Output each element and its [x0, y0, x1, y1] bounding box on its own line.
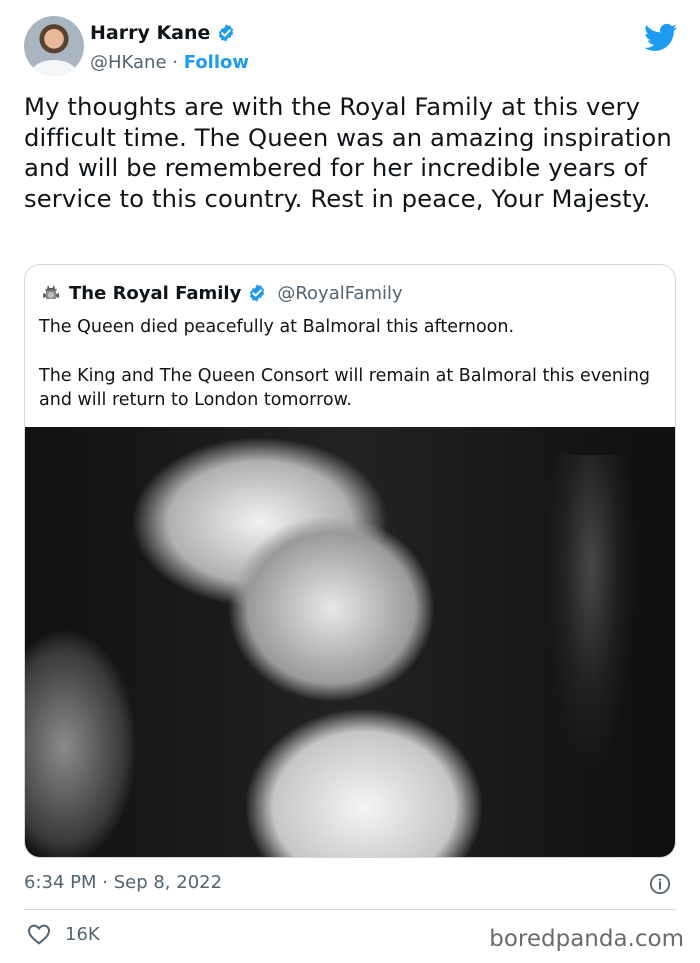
like-count: 16K: [65, 923, 100, 945]
quoted-author-name[interactable]: The Royal Family: [69, 283, 241, 304]
quoted-tweet-header: The Royal Family @RoyalFamily: [39, 281, 403, 305]
queen-portrait-photo[interactable]: [25, 427, 675, 857]
quoted-author-handle[interactable]: @RoyalFamily: [277, 283, 402, 304]
twitter-bird-icon[interactable]: [644, 24, 678, 52]
quoted-paragraph-1: The Queen died peacefully at Balmoral th…: [39, 317, 515, 337]
tweet-header: Harry Kane @HKane · Follow: [24, 16, 680, 78]
tweet-timestamp[interactable]: 6:34 PM · Sep 8, 2022: [24, 872, 222, 893]
author-handle[interactable]: @HKane: [90, 52, 167, 73]
author-name-row: Harry Kane: [90, 22, 236, 44]
follow-button[interactable]: Follow: [184, 52, 249, 73]
author-handle-row: @HKane · Follow: [90, 52, 249, 73]
royal-crest-icon: [43, 285, 59, 299]
like-action[interactable]: 16K: [27, 923, 100, 945]
author-name[interactable]: Harry Kane: [90, 22, 210, 44]
quoted-tweet-text: The Queen died peacefully at Balmoral th…: [39, 315, 659, 412]
tweet-text: My thoughts are with the Royal Family at…: [24, 92, 672, 213]
heart-icon[interactable]: [27, 923, 51, 945]
author-avatar[interactable]: [24, 16, 84, 76]
verified-badge-icon: [250, 284, 265, 302]
verified-badge-icon: [219, 24, 234, 42]
quoted-paragraph-2: The King and The Queen Consort will rema…: [39, 366, 651, 410]
info-icon[interactable]: [649, 873, 671, 895]
handle-separator: ·: [172, 52, 179, 73]
tweet-divider: [24, 909, 676, 910]
quoted-tweet-card[interactable]: The Royal Family @RoyalFamily The Queen …: [24, 264, 676, 858]
watermark-text: boredpanda.com: [489, 926, 684, 952]
